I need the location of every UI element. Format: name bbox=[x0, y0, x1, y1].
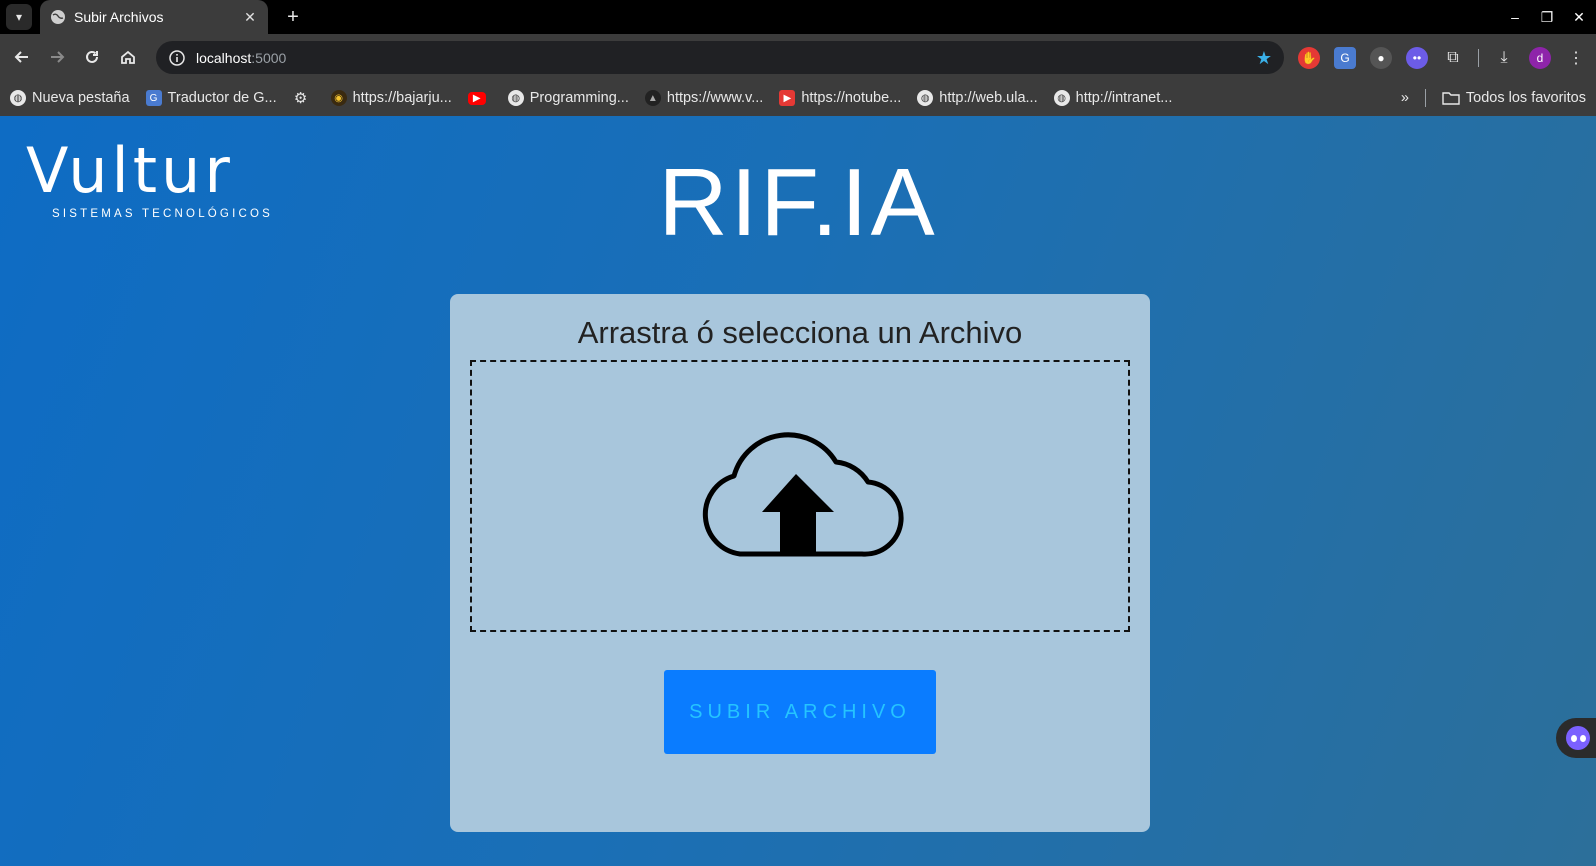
bookmark-label: https://bajarju... bbox=[352, 90, 452, 106]
reload-button[interactable] bbox=[80, 45, 104, 69]
url-port: :5000 bbox=[251, 49, 287, 66]
profile-avatar[interactable]: d bbox=[1529, 47, 1551, 69]
download-icon[interactable]: ⤓ bbox=[1493, 47, 1515, 69]
browser-toolbar: localhost:5000 ★ ✋ G ● •• ⧉ ⤓ d ⋮ bbox=[0, 34, 1596, 80]
extensions-area: ✋ G ● •• ⧉ ⤓ d ⋮ bbox=[1298, 46, 1587, 70]
bookmark-star-icon[interactable]: ★ bbox=[1256, 48, 1272, 69]
translate-extension-icon[interactable]: G bbox=[1334, 47, 1356, 69]
restore-icon[interactable]: ❐ bbox=[1540, 9, 1554, 26]
folder-icon bbox=[1442, 92, 1460, 105]
gear-icon: ⚙ bbox=[293, 90, 308, 107]
toolbar-divider bbox=[1478, 49, 1479, 67]
cloud-upload-icon bbox=[702, 432, 904, 557]
extension-puzzle-gray-icon[interactable]: ● bbox=[1370, 47, 1392, 69]
adblock-icon[interactable]: ✋ bbox=[1298, 47, 1320, 69]
file-dropzone[interactable] bbox=[470, 360, 1130, 632]
bookmark-item[interactable]: ◍ Programming... bbox=[507, 90, 629, 106]
all-bookmarks-label: Todos los favoritos bbox=[1465, 90, 1586, 106]
site-icon: ▲ bbox=[644, 90, 661, 106]
all-bookmarks-folder[interactable]: Todos los favoritos bbox=[1442, 90, 1586, 106]
assistant-extension-icon[interactable]: •• bbox=[1406, 47, 1428, 69]
bookmark-item[interactable]: G Traductor de G... bbox=[145, 90, 277, 106]
globe-icon: ◍ bbox=[1053, 90, 1070, 106]
bookmark-item[interactable]: ▶ https://notube... bbox=[779, 90, 901, 106]
assistant-floating-button[interactable] bbox=[1556, 718, 1596, 758]
bookmark-item[interactable]: ◉ https://bajarju... bbox=[330, 90, 452, 106]
tab-strip: ▾ Subir Archivos ✕ + – ❐ ✕ bbox=[0, 0, 1596, 34]
bookmarks-divider bbox=[1424, 89, 1426, 107]
reload-icon bbox=[86, 50, 98, 63]
page-body: Vultur SISTEMAS TECNOLÓGICOS RIF.IA Arra… bbox=[0, 116, 1596, 866]
play-icon: ▶ bbox=[779, 90, 796, 106]
tab-title: Subir Archivos bbox=[74, 9, 164, 25]
upload-file-button[interactable]: SUBIR ARCHIVO bbox=[664, 670, 936, 754]
translate-icon: G bbox=[145, 90, 162, 106]
upload-card-title: Arrastra ó selecciona un Archivo bbox=[577, 315, 1023, 350]
page-title: RIF.IA bbox=[658, 149, 938, 256]
back-button[interactable] bbox=[10, 45, 34, 69]
close-icon[interactable]: ✕ bbox=[242, 9, 258, 26]
close-window-icon[interactable]: ✕ bbox=[1572, 9, 1586, 26]
bookmark-label: http://web.ula... bbox=[939, 90, 1038, 106]
youtube-icon: ▶ bbox=[467, 91, 486, 105]
minimize-icon[interactable]: – bbox=[1508, 9, 1522, 25]
address-bar[interactable]: localhost:5000 ★ bbox=[156, 41, 1284, 74]
bookmark-label: https://www.v... bbox=[666, 90, 764, 106]
bookmark-item[interactable]: ◍ Nueva pestaña bbox=[10, 90, 130, 106]
assistant-face-icon bbox=[1566, 726, 1590, 750]
bookmark-label: https://notube... bbox=[801, 90, 902, 106]
kebab-menu-icon[interactable]: ⋮ bbox=[1565, 47, 1587, 69]
globe-icon: ◍ bbox=[10, 90, 26, 106]
bookmarks-bar: ◍ Nueva pestaña G Traductor de G... ⚙ ◉ … bbox=[0, 80, 1596, 116]
home-icon bbox=[121, 50, 135, 64]
upload-card: Arrastra ó selecciona un Archivo SUBIR A… bbox=[450, 294, 1150, 832]
tab-search-button[interactable]: ▾ bbox=[6, 4, 32, 30]
bookmark-label: Nueva pestaña bbox=[32, 90, 130, 106]
bookmark-label: Traductor de G... bbox=[167, 90, 277, 106]
bookmark-label: http://intranet... bbox=[1075, 90, 1173, 106]
forward-button[interactable] bbox=[45, 45, 69, 69]
bookmark-label: Programming... bbox=[529, 90, 629, 106]
window-controls: – ❐ ✕ bbox=[1508, 0, 1586, 34]
globe-icon: ◍ bbox=[917, 90, 934, 106]
bookmark-item[interactable]: ▶ bbox=[467, 91, 492, 105]
bookmark-item[interactable]: ◍ http://intranet... bbox=[1053, 90, 1173, 106]
globe-icon: ◍ bbox=[507, 90, 524, 106]
bookmark-item[interactable]: ▲ https://www.v... bbox=[644, 90, 764, 106]
new-tab-button[interactable]: + bbox=[280, 4, 306, 30]
bookmark-item[interactable]: ⚙ bbox=[293, 90, 315, 107]
bookmarks-overflow-button[interactable]: » bbox=[1401, 90, 1409, 106]
bookmark-item[interactable]: ◍ http://web.ula... bbox=[917, 90, 1038, 106]
arrow-left-icon bbox=[14, 51, 28, 63]
tab-active[interactable]: Subir Archivos ✕ bbox=[40, 0, 268, 34]
info-icon[interactable] bbox=[168, 49, 186, 67]
url-host: localhost bbox=[196, 49, 252, 66]
extensions-puzzle-icon[interactable]: ⧉ bbox=[1442, 47, 1464, 69]
globe-icon bbox=[51, 10, 65, 24]
site-icon: ◉ bbox=[330, 90, 347, 106]
home-button[interactable] bbox=[116, 45, 140, 69]
chevron-down-icon: ▾ bbox=[15, 10, 23, 24]
arrow-right-icon bbox=[51, 51, 65, 63]
bookmarks-right: » Todos los favoritos bbox=[1401, 80, 1586, 116]
